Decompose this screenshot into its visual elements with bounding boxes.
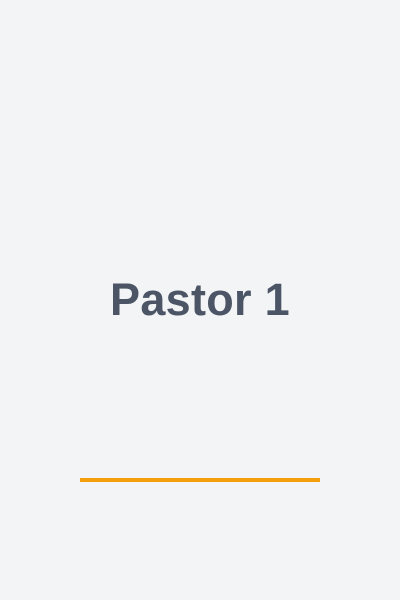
accent-divider [80, 478, 320, 482]
card-title: Pastor 1 [110, 274, 290, 325]
profile-card: Pastor 1 [0, 0, 400, 600]
